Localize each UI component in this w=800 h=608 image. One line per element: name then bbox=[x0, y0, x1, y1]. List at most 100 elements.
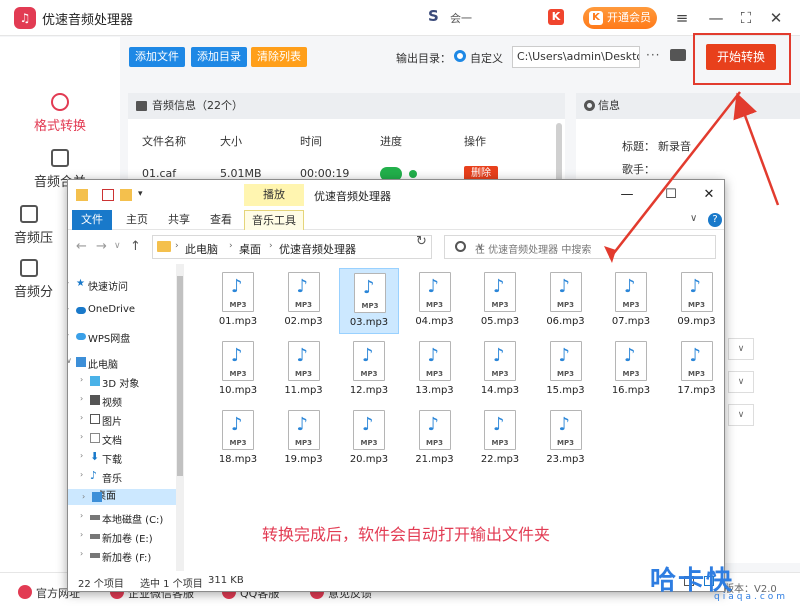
output-path-input[interactable]: C:\Users\admin\Deskto bbox=[512, 46, 640, 68]
help-icon[interactable]: ? bbox=[708, 213, 722, 227]
folder-icon bbox=[157, 241, 171, 252]
chevron-right-icon[interactable]: › bbox=[269, 241, 273, 251]
nav-item-3d[interactable]: › 3D 对象 bbox=[80, 375, 139, 390]
nav-item-drive-c[interactable]: › 本地磁盘 (C:) bbox=[80, 511, 163, 526]
sidebar-item-format-convert[interactable]: 格式转换 bbox=[20, 93, 100, 134]
up-arrow-icon[interactable]: ↑ bbox=[130, 239, 141, 254]
tab-view[interactable]: 查看 bbox=[204, 210, 238, 230]
open-folder-icon[interactable] bbox=[670, 49, 686, 61]
file-item[interactable]: ♪ MP3 21.mp3 bbox=[405, 406, 465, 472]
close-icon[interactable]: ✕ bbox=[764, 6, 788, 30]
file-item[interactable]: ♪ MP3 15.mp3 bbox=[536, 337, 596, 403]
promo-text[interactable]: 会一 bbox=[450, 10, 472, 26]
new-folder-icon[interactable] bbox=[120, 189, 132, 201]
nav-scrollbar-thumb[interactable] bbox=[177, 276, 183, 476]
chevron-right-icon[interactable]: › bbox=[175, 241, 179, 251]
minimize-icon[interactable]: — bbox=[704, 6, 728, 30]
add-dir-button[interactable]: 添加目录 bbox=[191, 47, 247, 67]
file-item[interactable]: ♪ MP3 14.mp3 bbox=[470, 337, 530, 403]
file-item[interactable]: ♪ MP3 20.mp3 bbox=[339, 406, 399, 472]
file-item[interactable]: ♪ MP3 03.mp3 bbox=[339, 268, 399, 334]
breadcrumb-this-pc[interactable]: 此电脑 bbox=[185, 241, 218, 257]
file-item[interactable]: ♪ MP3 23.mp3 bbox=[536, 406, 596, 472]
file-item[interactable]: ♪ MP3 04.mp3 bbox=[405, 268, 465, 334]
expand-icon[interactable]: › bbox=[80, 451, 83, 460]
expand-icon[interactable]: › bbox=[80, 394, 83, 403]
file-item[interactable]: ♪ MP3 01.mp3 bbox=[208, 268, 268, 334]
chevron-right-icon[interactable]: › bbox=[229, 241, 233, 251]
address-bar[interactable]: › 此电脑 › 桌面 › 优速音频处理器 ∨ bbox=[152, 235, 484, 259]
file-item[interactable]: ♪ MP3 18.mp3 bbox=[208, 406, 268, 472]
nav-item-drive-f[interactable]: › 新加卷 (F:) bbox=[80, 549, 151, 564]
expand-icon[interactable]: › bbox=[80, 530, 83, 539]
properties-icon[interactable] bbox=[102, 189, 114, 201]
file-item[interactable]: ♪ MP3 11.mp3 bbox=[274, 337, 334, 403]
menu-icon[interactable]: ≡ bbox=[670, 6, 694, 30]
file-item[interactable]: ♪ MP3 10.mp3 bbox=[208, 337, 268, 403]
expand-icon[interactable]: › bbox=[68, 278, 69, 287]
custom-radio[interactable] bbox=[454, 50, 466, 62]
search-input[interactable]: 在 优速音频处理器 中搜索 bbox=[444, 235, 716, 259]
expand-icon[interactable]: › bbox=[80, 375, 83, 384]
nav-item-this-pc[interactable]: ∨ 此电脑 bbox=[68, 356, 118, 371]
nav-label: 文档 bbox=[102, 436, 122, 447]
close-icon[interactable]: ✕ bbox=[698, 184, 720, 206]
add-file-button[interactable]: 添加文件 bbox=[129, 47, 185, 67]
nav-item-onedrive[interactable]: › OneDrive bbox=[68, 304, 135, 315]
file-item[interactable]: ♪ MP3 06.mp3 bbox=[536, 268, 596, 334]
tab-share[interactable]: 共享 bbox=[162, 210, 196, 230]
nav-item-video[interactable]: › 视频 bbox=[80, 394, 122, 409]
refresh-icon[interactable]: ↻ bbox=[416, 234, 427, 249]
quick-access-dropdown-icon[interactable]: ▾ bbox=[138, 189, 150, 201]
dropdown-arrow-icon[interactable]: ∨ bbox=[728, 338, 754, 360]
file-item[interactable]: ♪ MP3 07.mp3 bbox=[601, 268, 661, 334]
tab-home[interactable]: 主页 bbox=[120, 210, 154, 230]
breadcrumb-desktop[interactable]: 桌面 bbox=[239, 241, 261, 257]
file-item[interactable]: ♪ MP3 05.mp3 bbox=[470, 268, 530, 334]
nav-item-downloads[interactable]: › ⬇ 下载 bbox=[80, 451, 122, 466]
ribbon-expand-icon[interactable]: ∨ bbox=[690, 213, 697, 224]
file-item[interactable]: ♪ MP3 16.mp3 bbox=[601, 337, 661, 403]
collapse-icon[interactable]: ∨ bbox=[68, 356, 72, 365]
expand-icon[interactable]: › bbox=[80, 549, 83, 558]
breadcrumb-folder[interactable]: 优速音频处理器 bbox=[279, 241, 356, 257]
maximize-icon[interactable]: ⛶ bbox=[734, 6, 758, 30]
file-item[interactable]: ♪ MP3 02.mp3 bbox=[274, 268, 334, 334]
nav-label: 下载 bbox=[102, 455, 122, 466]
file-item[interactable]: ♪ MP3 09.mp3 bbox=[667, 268, 725, 334]
file-item[interactable]: ♪ MP3 12.mp3 bbox=[339, 337, 399, 403]
custom-radio-label[interactable]: 自定义 bbox=[470, 50, 503, 66]
forward-arrow-icon[interactable]: → bbox=[96, 239, 107, 254]
vip-button[interactable]: K 开通会员 bbox=[583, 7, 657, 29]
maximize-icon[interactable]: ☐ bbox=[660, 184, 682, 206]
expand-icon[interactable]: › bbox=[80, 413, 83, 422]
expand-icon[interactable]: › bbox=[80, 511, 83, 520]
expand-icon[interactable]: › bbox=[80, 432, 83, 441]
clear-list-button[interactable]: 清除列表 bbox=[251, 47, 307, 67]
expand-icon[interactable]: › bbox=[68, 330, 69, 339]
dropdown-arrow-icon[interactable]: ∨ bbox=[728, 371, 754, 393]
nav-item-wps[interactable]: › WPS网盘 bbox=[68, 330, 130, 345]
expand-icon[interactable]: › bbox=[82, 489, 85, 505]
recent-dropdown-icon[interactable]: ∨ bbox=[114, 241, 121, 251]
file-item[interactable]: ♪ MP3 17.mp3 bbox=[667, 337, 725, 403]
nav-item-drive-e[interactable]: › 新加卷 (E:) bbox=[80, 530, 153, 545]
nav-item-quick-access[interactable]: › ★快速访问 bbox=[68, 278, 128, 293]
minimize-icon[interactable]: — bbox=[616, 184, 638, 206]
nav-item-desktop[interactable]: › 桌面 bbox=[68, 489, 176, 505]
dropdown-arrow-icon[interactable]: ∨ bbox=[728, 404, 754, 426]
tab-music-tools[interactable]: 音乐工具 bbox=[244, 210, 304, 230]
more-button[interactable]: ··· bbox=[646, 48, 660, 62]
expand-icon[interactable]: › bbox=[80, 470, 83, 479]
expand-icon[interactable]: › bbox=[68, 304, 69, 313]
nav-item-pictures[interactable]: › 图片 bbox=[80, 413, 122, 428]
nav-item-documents[interactable]: › 文档 bbox=[80, 432, 122, 447]
file-item[interactable]: ♪ MP3 22.mp3 bbox=[470, 406, 530, 472]
promo-icon[interactable]: S bbox=[428, 7, 444, 25]
k-badge-icon[interactable]: K bbox=[548, 9, 564, 25]
file-item[interactable]: ♪ MP3 13.mp3 bbox=[405, 337, 465, 403]
file-item[interactable]: ♪ MP3 19.mp3 bbox=[274, 406, 334, 472]
nav-scrollbar[interactable] bbox=[176, 264, 184, 571]
back-arrow-icon[interactable]: ← bbox=[76, 239, 87, 254]
nav-item-music[interactable]: › ♪ 音乐 bbox=[80, 470, 122, 485]
